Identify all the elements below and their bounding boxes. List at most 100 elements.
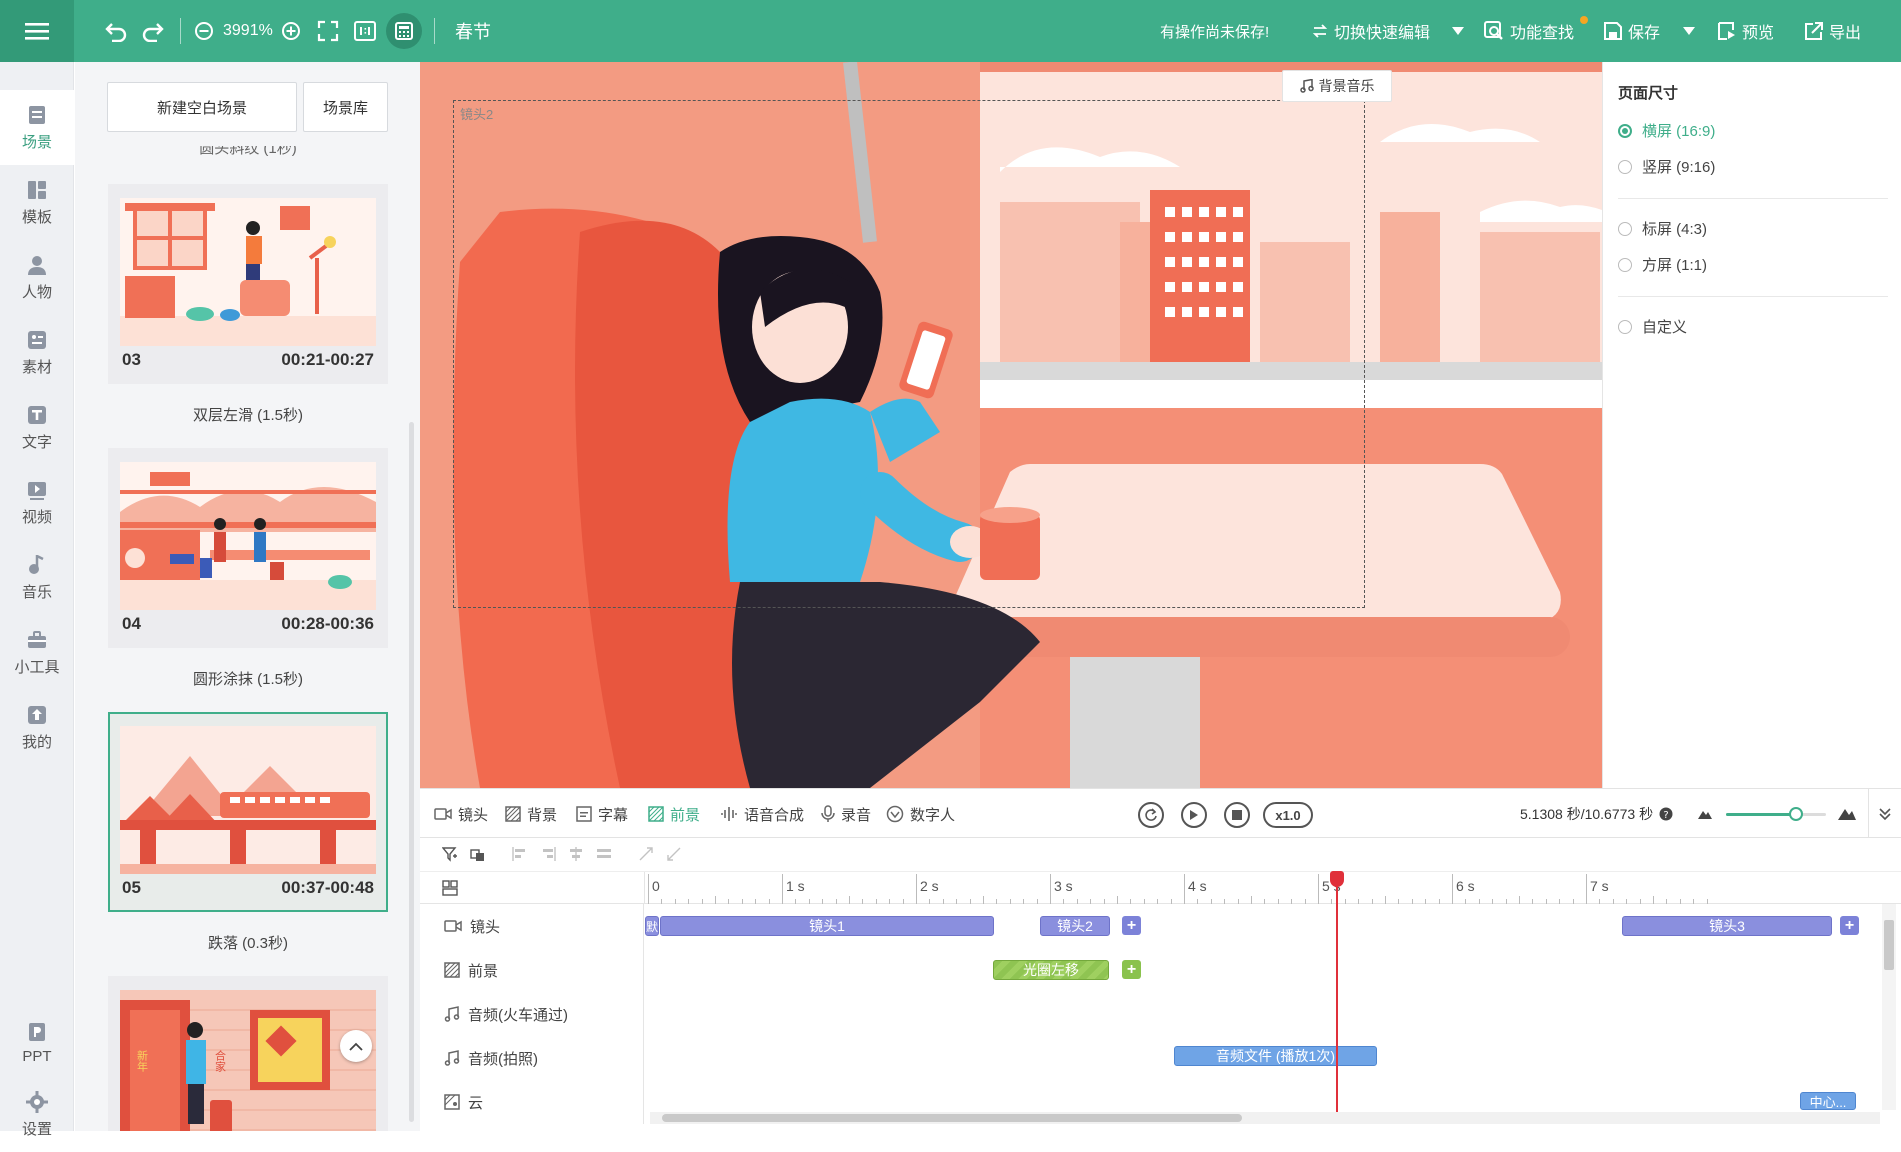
foreground-clip-1[interactable]: 光圈左移 <box>993 960 1109 980</box>
nav-item-text[interactable]: 文字 <box>0 390 74 465</box>
nav-item-toolbox[interactable]: 小工具 <box>0 615 74 690</box>
track-label-cloud[interactable]: 云 <box>420 1080 644 1124</box>
tab-foreground[interactable]: 前景 <box>648 789 700 839</box>
tab-label: 背景 <box>527 806 558 824</box>
actual-size-button[interactable] <box>354 0 376 62</box>
save-button[interactable]: 保存 <box>1604 0 1660 62</box>
nav-item-mine[interactable]: 我的 <box>0 690 74 765</box>
tab-label: 数字人 <box>910 806 956 824</box>
tab-tts[interactable]: 语音合成 <box>720 789 804 839</box>
timeline-h-scrollbar[interactable] <box>650 1112 1880 1124</box>
cloud-clip[interactable]: 中心... <box>1800 1092 1856 1110</box>
transition-label[interactable]: 双层左滑 (1.5秒) <box>108 404 388 425</box>
nav-item-person[interactable]: 人物 <box>0 240 74 315</box>
h-scrollbar-thumb[interactable] <box>662 1114 1242 1122</box>
zoom-slider-thumb[interactable] <box>1789 807 1803 821</box>
track-label-shot[interactable]: 镜头 <box>420 904 644 948</box>
switch-quick-edit-button[interactable]: 切换快速编辑 <box>1312 0 1430 62</box>
export-button[interactable]: 导出 <box>1805 0 1861 62</box>
scene-panel-scrollbar[interactable] <box>409 422 414 1122</box>
layer-down-icon[interactable] <box>666 846 682 867</box>
tab-shot[interactable]: 镜头 <box>434 789 488 839</box>
page-size-option-landscape[interactable]: 横屏 (16:9) <box>1618 120 1715 141</box>
layout-icon[interactable] <box>442 880 458 901</box>
tab-digital-human[interactable]: 数字人 <box>886 789 955 839</box>
nav-item-material[interactable]: 素材 <box>0 315 74 390</box>
replay-button[interactable] <box>1138 802 1164 828</box>
filter-icon[interactable] <box>441 846 458 867</box>
track-label-audio-photo[interactable]: 音频(拍照) <box>420 1036 644 1080</box>
save-dropdown[interactable] <box>1683 0 1695 62</box>
scene-library-button[interactable]: 场景库 <box>303 82 388 132</box>
v-scrollbar-thumb[interactable] <box>1884 920 1894 970</box>
switch-mode-dropdown[interactable] <box>1452 0 1464 62</box>
zoom-in-button[interactable] <box>281 0 301 62</box>
distribute-icon[interactable] <box>596 846 612 867</box>
track-label-foreground[interactable]: 前景 <box>420 948 644 992</box>
page-size-option-custom[interactable]: 自定义 <box>1618 316 1687 337</box>
nav-item-settings[interactable]: 设置 <box>0 1077 74 1152</box>
transition-label[interactable]: 圆形涂抹 (1.5秒) <box>108 668 388 689</box>
nav-item-ppt[interactable]: PPT <box>0 1005 74 1080</box>
preview-button[interactable]: 预览 <box>1718 0 1774 62</box>
playhead-handle[interactable] <box>1329 871 1344 887</box>
tab-background[interactable]: 背景 <box>505 789 557 839</box>
play-button[interactable] <box>1181 802 1207 828</box>
transition-label[interactable]: 圆头斜纹 (1秒) <box>108 146 388 160</box>
scroll-to-top-button[interactable] <box>340 1030 372 1062</box>
add-shot-button[interactable]: + <box>1122 916 1141 935</box>
new-blank-scene-button[interactable]: 新建空白场景 <box>107 82 297 132</box>
project-title[interactable]: 春节 <box>455 0 491 62</box>
shot-clip-1[interactable]: 镜头1 <box>660 916 994 936</box>
nav-item-music[interactable]: 音乐 <box>0 540 74 615</box>
add-foreground-button[interactable]: + <box>1122 960 1141 979</box>
align-center-icon[interactable] <box>568 846 584 867</box>
menu-button[interactable] <box>0 0 74 62</box>
nav-item-scene[interactable]: 场景 <box>0 90 74 165</box>
layer-up-icon[interactable] <box>638 846 654 867</box>
playhead[interactable] <box>1329 871 1344 1121</box>
scene-card[interactable]: 新年 合家 <box>108 976 388 1131</box>
music-note-icon <box>444 1006 460 1022</box>
add-shot-button[interactable]: + <box>1840 916 1859 935</box>
fit-screen-button[interactable] <box>317 0 339 62</box>
timeline-v-scrollbar[interactable] <box>1882 904 1896 1110</box>
tab-subtitle[interactable]: 字幕 <box>576 789 628 839</box>
stop-button[interactable] <box>1224 802 1250 828</box>
zoom-out-button[interactable] <box>194 0 214 62</box>
timeline-ruler[interactable]: 01 s2 s3 s4 s5 s6 s7 s <box>420 872 1901 904</box>
audio-photo-clip[interactable]: 音频文件 (播放1次) <box>1174 1046 1377 1066</box>
tab-record[interactable]: 录音 <box>821 789 871 839</box>
scene-icon <box>29 105 45 124</box>
zoom-out-timeline-icon[interactable] <box>1698 806 1712 824</box>
ruler-tick-label: 1 s <box>786 878 805 894</box>
nav-item-template[interactable]: 模板 <box>0 165 74 240</box>
page-size-option-standard[interactable]: 标屏 (4:3) <box>1618 218 1707 239</box>
scene-card-selected[interactable]: 05 00:37-00:48 <box>108 712 388 912</box>
canvas-area[interactable]: 镜头2 背景音乐 <box>420 62 1602 788</box>
playback-speed-button[interactable]: x1.0 <box>1263 802 1313 828</box>
redo-button[interactable] <box>141 0 165 62</box>
align-right-icon[interactable] <box>540 846 556 867</box>
transition-label[interactable]: 跌落 (0.3秒) <box>108 932 388 953</box>
page-size-option-portrait[interactable]: 竖屏 (9:16) <box>1618 156 1715 177</box>
bg-music-button[interactable]: 背景音乐 <box>1282 70 1392 102</box>
align-left-icon[interactable] <box>512 846 528 867</box>
scene-card[interactable]: 04 00:28-00:36 <box>108 448 388 648</box>
zoom-in-timeline-icon[interactable] <box>1838 804 1856 825</box>
page-size-option-square[interactable]: 方屏 (1:1) <box>1618 254 1707 275</box>
shot-default-clip[interactable]: 默 <box>645 916 659 936</box>
timeline-zoom-slider[interactable] <box>1726 807 1826 821</box>
nav-item-video[interactable]: 视频 <box>0 465 74 540</box>
feature-search-button[interactable]: 功能查找 <box>1484 0 1574 62</box>
preview-label: 预览 <box>1742 25 1775 42</box>
group-icon[interactable] <box>470 846 486 867</box>
shot-clip-3[interactable]: 镜头3 <box>1622 916 1832 936</box>
shot-clip-2[interactable]: 镜头2 <box>1040 916 1110 936</box>
track-label-audio-train[interactable]: 音频(火车通过) <box>420 992 644 1036</box>
selection-frame[interactable] <box>453 100 1365 608</box>
grid-toggle-button[interactable] <box>386 0 422 62</box>
scene-card[interactable]: 03 00:21-00:27 <box>108 184 388 384</box>
collapse-timeline-button[interactable] <box>1868 789 1901 839</box>
undo-button[interactable] <box>104 0 128 62</box>
